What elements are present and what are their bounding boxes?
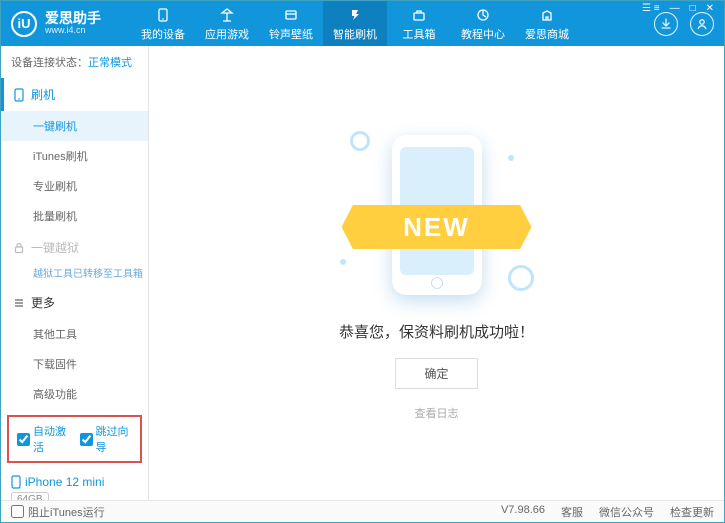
nav-item-1[interactable]: 应用游戏: [195, 1, 259, 46]
flash-item-1[interactable]: iTunes刷机: [1, 141, 148, 171]
main-nav: 我的设备应用游戏铃声壁纸智能刷机工具箱教程中心爱思商城: [131, 1, 654, 46]
nav-icon: [154, 6, 172, 24]
device-status: 设备连接状态：正常模式: [1, 46, 148, 78]
flash-item-3[interactable]: 批量刷机: [1, 201, 148, 231]
logo-area: iU 爱思助手 www.i4.cn: [11, 11, 131, 37]
new-ribbon: NEW: [342, 205, 532, 249]
check-block-itunes[interactable]: 阻止iTunes运行: [11, 504, 105, 520]
download-button[interactable]: [654, 12, 678, 36]
nav-icon: [282, 6, 300, 24]
more-item-2[interactable]: 高级功能: [1, 379, 148, 409]
footer-link-update[interactable]: 检查更新: [670, 504, 714, 520]
phone-icon: [11, 475, 21, 489]
sidebar: 设备连接状态：正常模式 刷机 一键刷机iTunes刷机专业刷机批量刷机 一键越狱…: [1, 46, 149, 500]
app-name: 爱思助手: [45, 11, 101, 26]
lock-icon: [13, 242, 25, 254]
group-more[interactable]: 更多: [1, 286, 148, 319]
flash-item-0[interactable]: 一键刷机: [1, 111, 148, 141]
nav-icon: [346, 6, 364, 24]
nav-item-0[interactable]: 我的设备: [131, 1, 195, 46]
list-icon: [13, 297, 25, 309]
success-illustration: NEW: [332, 125, 542, 305]
logo-icon: iU: [11, 11, 37, 37]
nav-icon: [218, 6, 236, 24]
more-item-0[interactable]: 其他工具: [1, 319, 148, 349]
header: iU 爱思助手 www.i4.cn 我的设备应用游戏铃声壁纸智能刷机工具箱教程中…: [1, 1, 724, 46]
group-flash[interactable]: 刷机: [1, 78, 148, 111]
nav-item-6[interactable]: 爱思商城: [515, 1, 579, 46]
footer-link-wechat[interactable]: 微信公众号: [599, 504, 654, 520]
user-button[interactable]: [690, 12, 714, 36]
nav-icon: [538, 6, 556, 24]
version-label: V7.98.66: [501, 504, 545, 520]
footer: 阻止iTunes运行 V7.98.66 客服 微信公众号 检查更新: [1, 500, 724, 522]
group-jailbreak[interactable]: 一键越狱: [1, 231, 148, 264]
ok-button[interactable]: 确定: [395, 358, 477, 389]
more-item-1[interactable]: 下载固件: [1, 349, 148, 379]
nav-item-4[interactable]: 工具箱: [387, 1, 451, 46]
nav-icon: [474, 6, 492, 24]
nav-icon: [410, 6, 428, 24]
app-url: www.i4.cn: [45, 26, 101, 36]
nav-item-2[interactable]: 铃声壁纸: [259, 1, 323, 46]
options-highlight: 自动激活 跳过向导: [7, 415, 142, 463]
check-skip-guide[interactable]: 跳过向导: [80, 423, 133, 455]
nav-item-3[interactable]: 智能刷机: [323, 1, 387, 46]
header-right: [654, 12, 714, 36]
device-name[interactable]: iPhone 12 mini: [11, 475, 138, 489]
footer-link-support[interactable]: 客服: [561, 504, 583, 520]
nav-item-5[interactable]: 教程中心: [451, 1, 515, 46]
check-auto-activate[interactable]: 自动激活: [17, 423, 70, 455]
congrats-text: 恭喜您，保资料刷机成功啦！: [339, 321, 534, 342]
main-content: NEW 恭喜您，保资料刷机成功啦！ 确定 查看日志: [149, 46, 724, 500]
phone-icon: [13, 88, 25, 102]
jailbreak-note[interactable]: 越狱工具已转移至工具箱: [1, 264, 148, 286]
flash-item-2[interactable]: 专业刷机: [1, 171, 148, 201]
view-log-link[interactable]: 查看日志: [415, 405, 459, 421]
